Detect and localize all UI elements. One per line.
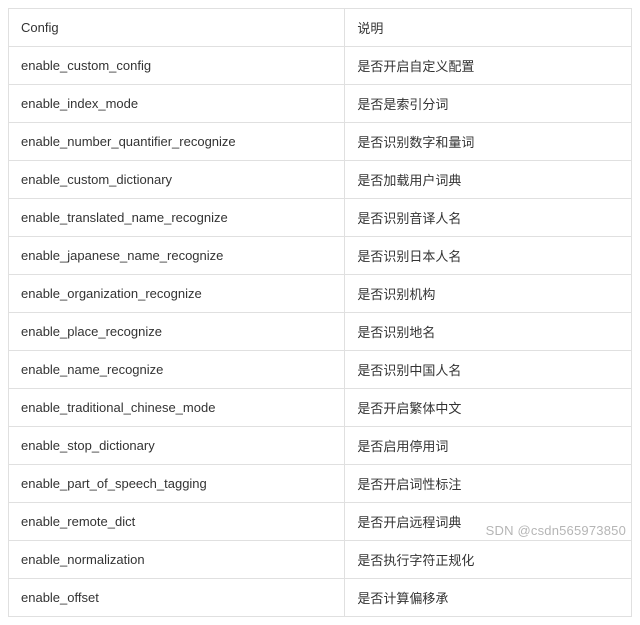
cell-description: 是否识别数字和量词 (345, 123, 632, 161)
table-body: enable_custom_config 是否开启自定义配置 enable_in… (9, 47, 632, 617)
cell-description: 是否开启词性标注 (345, 465, 632, 503)
table-row: enable_japanese_name_recognize 是否识别日本人名 (9, 237, 632, 275)
table-row: enable_part_of_speech_tagging 是否开启词性标注 (9, 465, 632, 503)
table-row: enable_normalization 是否执行字符正规化 (9, 541, 632, 579)
table-row: enable_remote_dict 是否开启远程词典 (9, 503, 632, 541)
cell-description: 是否是索引分词 (345, 85, 632, 123)
cell-description: 是否识别机构 (345, 275, 632, 313)
table-row: enable_custom_dictionary 是否加载用户词典 (9, 161, 632, 199)
config-table-container: Config 说明 enable_custom_config 是否开启自定义配置… (8, 8, 640, 617)
table-header: Config 说明 (9, 9, 632, 47)
cell-description: 是否开启自定义配置 (345, 47, 632, 85)
config-table: Config 说明 enable_custom_config 是否开启自定义配置… (8, 8, 632, 617)
cell-description: 是否执行字符正规化 (345, 541, 632, 579)
header-description: 说明 (345, 9, 632, 47)
table-row: enable_traditional_chinese_mode 是否开启繁体中文 (9, 389, 632, 427)
cell-description: 是否识别地名 (345, 313, 632, 351)
table-row: enable_offset 是否计算偏移承 (9, 579, 632, 617)
table-row: enable_stop_dictionary 是否启用停用词 (9, 427, 632, 465)
cell-config: enable_traditional_chinese_mode (9, 389, 345, 427)
cell-config: enable_organization_recognize (9, 275, 345, 313)
table-row: enable_index_mode 是否是索引分词 (9, 85, 632, 123)
cell-description: 是否识别中国人名 (345, 351, 632, 389)
table-row: enable_place_recognize 是否识别地名 (9, 313, 632, 351)
cell-config: enable_custom_dictionary (9, 161, 345, 199)
cell-config: enable_translated_name_recognize (9, 199, 345, 237)
cell-config: enable_normalization (9, 541, 345, 579)
header-config: Config (9, 9, 345, 47)
cell-description: 是否开启远程词典 (345, 503, 632, 541)
cell-config: enable_custom_config (9, 47, 345, 85)
cell-description: 是否加载用户词典 (345, 161, 632, 199)
cell-config: enable_name_recognize (9, 351, 345, 389)
header-row: Config 说明 (9, 9, 632, 47)
cell-config: enable_part_of_speech_tagging (9, 465, 345, 503)
cell-config: enable_japanese_name_recognize (9, 237, 345, 275)
cell-config: enable_place_recognize (9, 313, 345, 351)
cell-config: enable_stop_dictionary (9, 427, 345, 465)
cell-description: 是否开启繁体中文 (345, 389, 632, 427)
table-row: enable_name_recognize 是否识别中国人名 (9, 351, 632, 389)
cell-config: enable_offset (9, 579, 345, 617)
cell-config: enable_remote_dict (9, 503, 345, 541)
table-row: enable_custom_config 是否开启自定义配置 (9, 47, 632, 85)
cell-description: 是否识别音译人名 (345, 199, 632, 237)
table-row: enable_organization_recognize 是否识别机构 (9, 275, 632, 313)
table-row: enable_translated_name_recognize 是否识别音译人… (9, 199, 632, 237)
cell-config: enable_number_quantifier_recognize (9, 123, 345, 161)
cell-description: 是否启用停用词 (345, 427, 632, 465)
cell-description: 是否识别日本人名 (345, 237, 632, 275)
cell-description: 是否计算偏移承 (345, 579, 632, 617)
table-row: enable_number_quantifier_recognize 是否识别数… (9, 123, 632, 161)
cell-config: enable_index_mode (9, 85, 345, 123)
